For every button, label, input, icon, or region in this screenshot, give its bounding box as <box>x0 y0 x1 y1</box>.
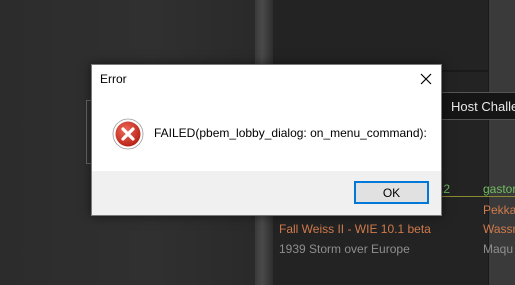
game-player[interactable]: Wassm <box>483 222 515 236</box>
error-icon <box>112 118 144 150</box>
game-title[interactable]: 1939 Storm over Europe <box>279 242 410 256</box>
close-icon <box>420 73 432 85</box>
game-player[interactable]: Pekka <box>483 203 515 217</box>
ok-button[interactable]: OK <box>354 181 429 204</box>
dialog-footer: OK <box>92 171 441 215</box>
host-challenge-button[interactable]: Host Challe <box>440 92 515 120</box>
dialog-title: Error <box>100 72 127 86</box>
error-dialog: Error FAILED(pbem_lobby_dialog: on_menu_… <box>91 64 442 216</box>
dialog-body: FAILED(pbem_lobby_dialog: on_menu_comman… <box>92 95 441 171</box>
game-player[interactable]: Maqu <box>483 242 513 256</box>
error-message: FAILED(pbem_lobby_dialog: on_menu_comman… <box>154 126 427 140</box>
game-title[interactable]: Fall Weiss II - WIE 10.1 beta <box>279 222 431 236</box>
game-player[interactable]: gastor <box>483 182 515 196</box>
close-button[interactable] <box>411 65 441 93</box>
